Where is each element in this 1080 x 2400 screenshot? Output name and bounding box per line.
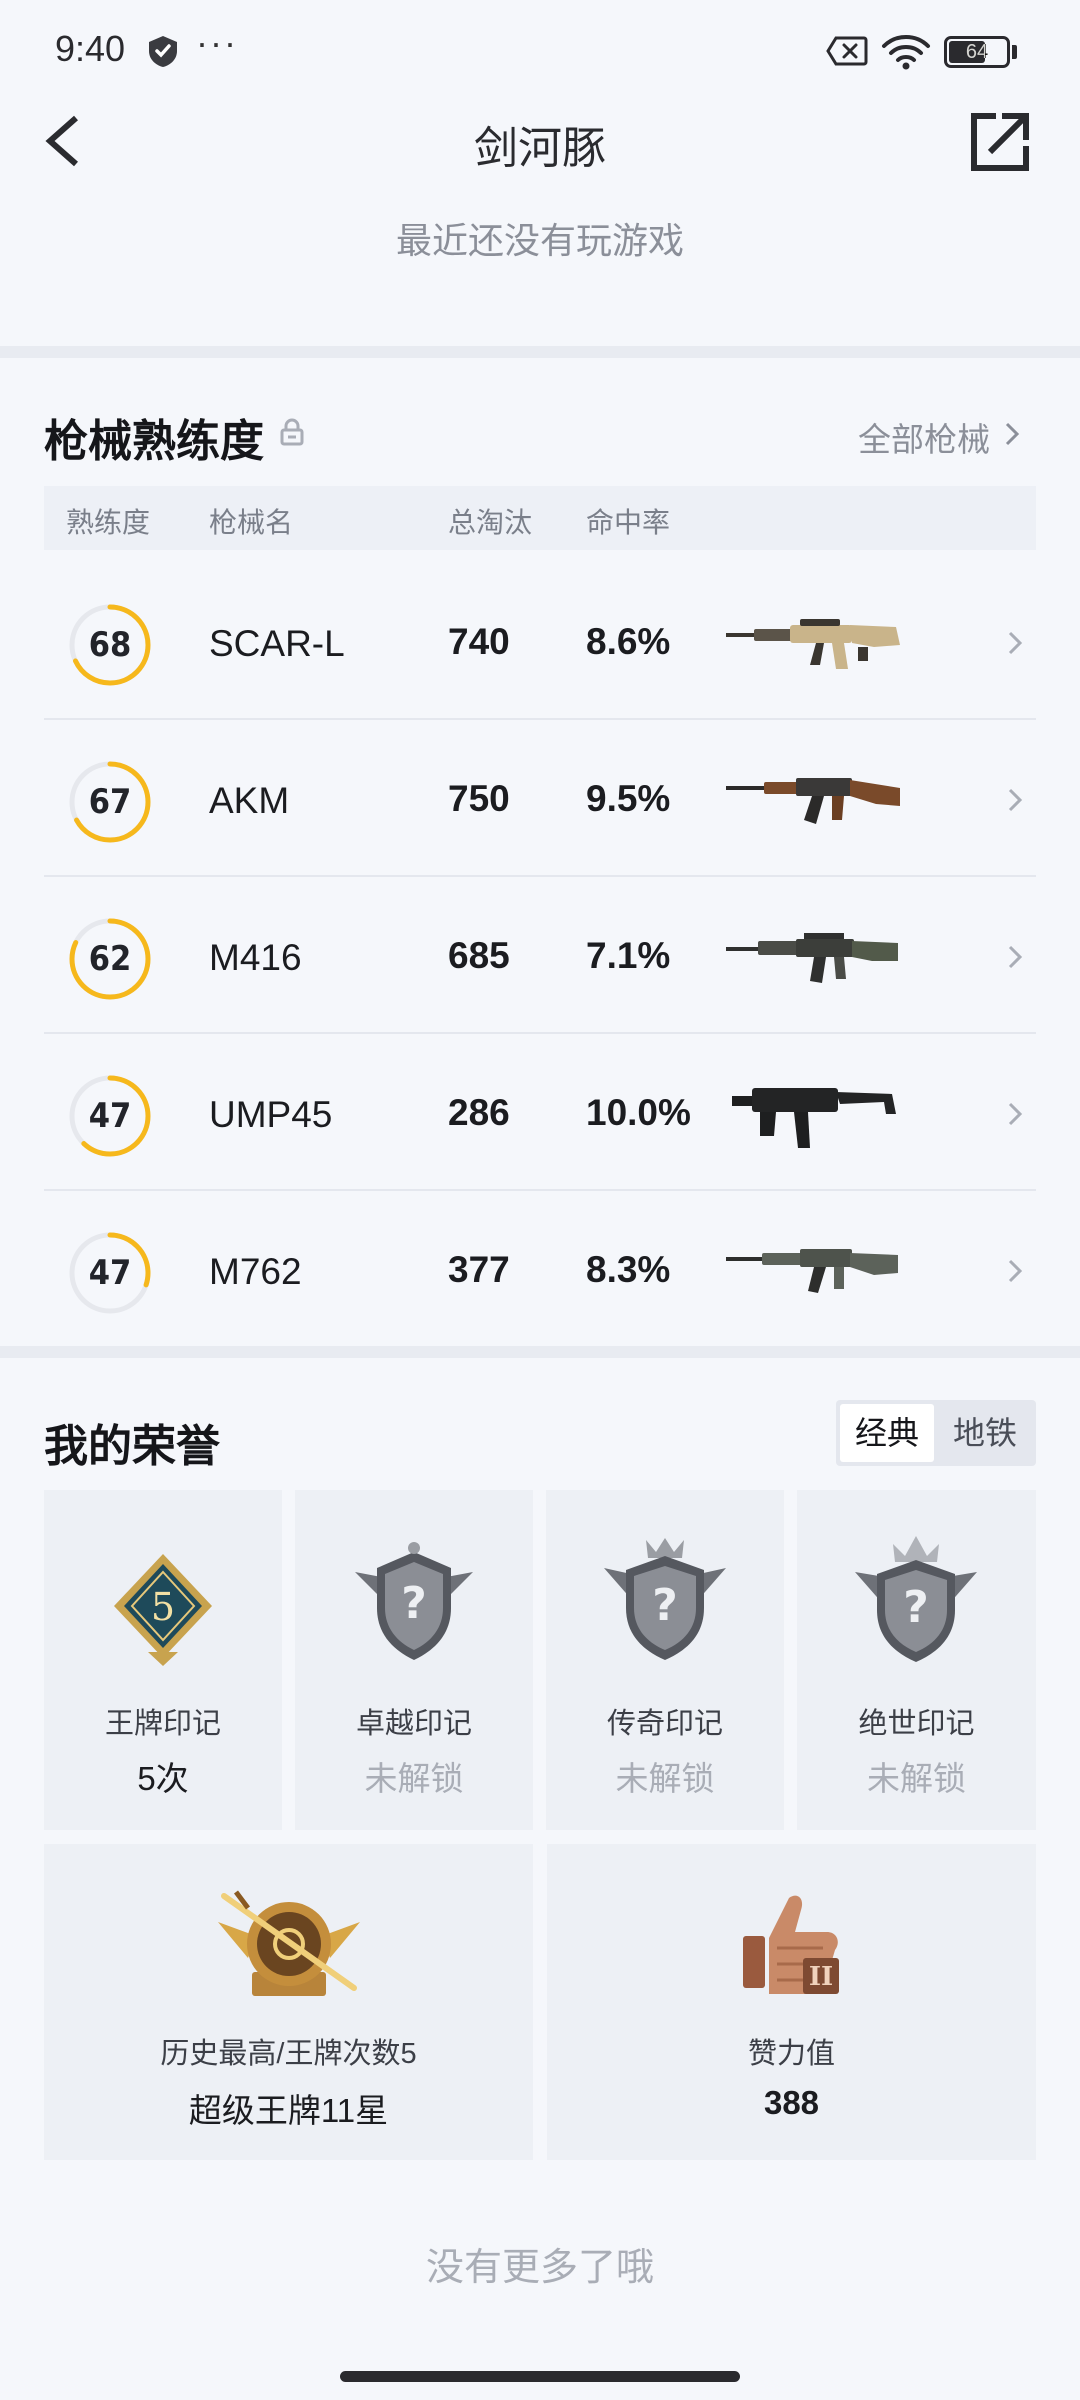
column-proficiency: 熟练度 [66,507,151,538]
weapon-row[interactable]: 47 UMP45 286 10.0% [44,1034,1036,1191]
locked-badge-icon: ? [855,1536,977,1662]
likes-label: 赞力值 [747,2038,835,2070]
badge-label: 绝世印记 [858,1708,975,1740]
mode-metro-tab[interactable]: 地铁 [938,1404,1032,1462]
weapon-kills: 286 [448,1092,510,1133]
proficiency-value: 47 [88,1253,132,1293]
weapon-hit-rate: 7.1% [586,935,671,976]
ace-mark-badge-icon: 5 [114,1554,212,1666]
chevron-right-icon[interactable] [1006,787,1024,813]
m762-rifle-icon [726,1249,898,1293]
weapon-name: SCAR-L [209,623,345,664]
locked-badge-icon: ? [355,1542,473,1660]
weapon-table-header: 熟练度 枪械名 总淘汰 命中率 [44,486,1036,550]
weapon-hit-rate: 8.6% [586,621,671,662]
svg-text:?: ? [652,1580,678,1631]
svg-text:?: ? [903,1582,929,1633]
weapon-name: M762 [209,1251,302,1292]
chevron-right-icon[interactable] [1002,420,1022,448]
column-kills: 总淘汰 [448,507,533,538]
weapon-section-title: 枪械熟练度 [44,417,264,466]
weapon-row[interactable]: 67 AKM 750 9.5% [44,720,1036,877]
locked-badge-icon: ? [604,1538,726,1660]
column-weapon-name: 枪械名 [209,507,294,538]
last-played-status: 最近还没有玩游戏 [395,220,684,261]
chevron-right-icon[interactable] [1006,1258,1024,1284]
no-sim-icon [826,36,868,66]
weapon-kills: 377 [448,1249,510,1290]
mode-toggle: 经典 地铁 [836,1400,1036,1466]
chevron-right-icon[interactable] [1006,944,1024,970]
chevron-right-icon[interactable] [1006,630,1024,656]
badge-value: 未解锁 [867,1760,966,1797]
svg-text:?: ? [401,1578,427,1629]
svg-text:II: II [809,1962,833,1992]
honor-section-title: 我的荣誉 [44,1422,220,1471]
status-bar: 9:40 ··· 64 [0,0,1080,100]
weapon-name: UMP45 [209,1094,333,1135]
proficiency-value: 47 [88,1096,132,1136]
more-notifications-icon: ··· [196,22,238,63]
proficiency-value: 67 [88,782,132,822]
honor-badge-card[interactable]: ? 卓越印记 未解锁 [295,1490,533,1830]
thumbs-up-icon: II [743,1895,839,1994]
badge-label: 卓越印记 [355,1708,472,1740]
chevron-right-icon[interactable] [1006,1101,1024,1127]
honor-badge-card[interactable]: ? 传奇印记 未解锁 [546,1490,784,1830]
end-of-list-text: 没有更多了哦 [425,2247,654,2289]
section-divider [0,1346,1080,1358]
section-divider [0,346,1080,358]
honor-badge-card[interactable]: ? 绝世印记 未解锁 [797,1490,1036,1830]
akm-rifle-icon [726,778,900,824]
wifi-icon [882,35,930,70]
weapon-row[interactable]: 47 M762 377 8.3% [44,1191,1036,1348]
ump45-smg-icon [732,1088,896,1148]
battery-level: 64 [965,41,989,63]
battery-icon: 64 [944,36,1010,68]
weapon-kills: 750 [448,778,510,819]
ace-mark-number: 5 [151,1585,175,1629]
highest-rank-card[interactable]: 历史最高/王牌次数5 超级王牌11星 [44,1844,533,2160]
weapon-name: AKM [209,780,290,821]
column-hit-rate: 命中率 [586,507,671,538]
likes-value: 388 [763,2084,820,2121]
weapon-row[interactable]: 62 M416 685 7.1% [44,877,1036,1034]
badge-label: 传奇印记 [606,1708,723,1740]
likes-card[interactable]: II 赞力值 388 [547,1844,1036,2160]
proficiency-value: 68 [88,625,132,665]
all-weapons-link[interactable]: 全部枪械 [858,413,990,461]
badge-value: 5次 [137,1760,189,1797]
mode-classic-tab[interactable]: 经典 [840,1404,934,1462]
weapon-kills: 740 [448,621,510,662]
weapon-hit-rate: 10.0% [586,1092,691,1133]
lock-icon[interactable] [279,417,305,447]
weapon-name: M416 [209,937,302,978]
highest-rank-label: 历史最高/王牌次数5 [160,2038,417,2070]
scar-l-rifle-icon [726,619,900,669]
badge-value: 未解锁 [364,1760,464,1797]
proficiency-value: 62 [88,939,132,979]
weapon-row[interactable]: 68 SCAR-L 740 8.6% [44,563,1036,720]
highest-rank-value: 超级王牌11星 [188,2092,389,2129]
page-title: 剑河豚 [474,124,606,173]
weapon-hit-rate: 8.3% [586,1249,671,1290]
badge-label: 王牌印记 [104,1708,221,1740]
share-icon[interactable] [966,106,1036,176]
status-time: 9:40 [55,28,126,69]
honor-badge-card[interactable]: 5 王牌印记 5次 [44,1490,282,1830]
home-indicator[interactable] [340,2371,740,2382]
battery-nub [1012,45,1017,59]
ace-rank-emblem-icon [218,1890,360,1996]
weapon-kills: 685 [448,935,510,976]
badge-value: 未解锁 [615,1760,715,1797]
m416-rifle-icon [726,933,898,983]
weapon-hit-rate: 9.5% [586,778,671,819]
shield-icon [149,36,177,67]
